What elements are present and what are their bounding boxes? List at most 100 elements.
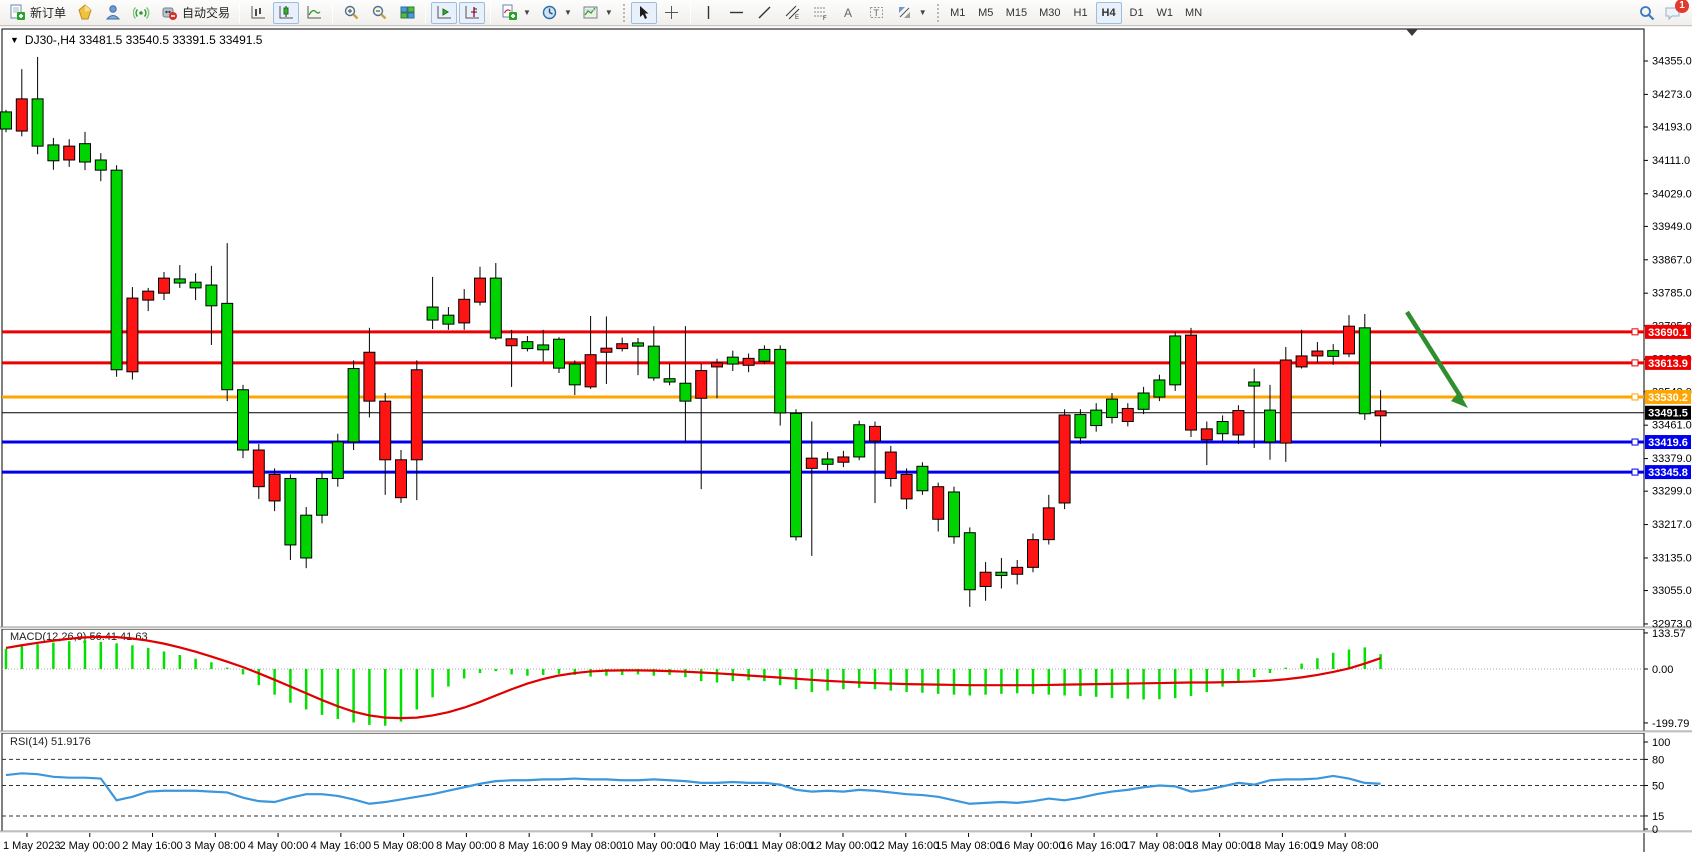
candle-body[interactable]: [696, 371, 707, 399]
candlestick-chart-button[interactable]: [273, 2, 299, 24]
candle-body[interactable]: [1122, 408, 1133, 421]
candle-body[interactable]: [727, 357, 738, 364]
zoom-in-button[interactable]: [338, 2, 364, 24]
new-order-button[interactable]: 新订单: [4, 2, 70, 24]
candle-body[interactable]: [1186, 335, 1197, 430]
search-icon[interactable]: [1638, 4, 1656, 22]
candle-body[interactable]: [317, 479, 328, 516]
trendline-button[interactable]: [752, 2, 778, 24]
toolbar-drag-handle[interactable]: [622, 3, 626, 23]
candle-body[interactable]: [332, 442, 343, 479]
candle-body[interactable]: [980, 572, 991, 586]
crosshair-button[interactable]: [659, 2, 685, 24]
toolbar-drag-handle[interactable]: [936, 3, 940, 23]
timeframe-button-m1[interactable]: M1: [945, 2, 971, 24]
auto-trading-button[interactable]: 自动交易: [156, 2, 234, 24]
candle-body[interactable]: [364, 352, 375, 401]
candle-body[interactable]: [95, 160, 106, 170]
horizontal-line-button[interactable]: [724, 2, 750, 24]
candle-body[interactable]: [1012, 567, 1023, 574]
candle-body[interactable]: [32, 99, 43, 146]
candle-body[interactable]: [16, 99, 27, 131]
candle-body[interactable]: [648, 346, 659, 378]
periods-button[interactable]: ▼: [537, 2, 576, 24]
candle-body[interactable]: [775, 349, 786, 413]
candle-body[interactable]: [1028, 540, 1039, 568]
timeframe-button-h4[interactable]: H4: [1096, 2, 1122, 24]
candle-body[interactable]: [459, 299, 470, 323]
candle-body[interactable]: [949, 492, 960, 537]
profile-button[interactable]: [100, 2, 126, 24]
candle-body[interactable]: [1091, 410, 1102, 425]
candle-body[interactable]: [569, 364, 580, 385]
candle-body[interactable]: [411, 370, 422, 460]
vertical-line-button[interactable]: [696, 2, 722, 24]
candle-body[interactable]: [475, 278, 486, 302]
candle-body[interactable]: [1, 112, 12, 129]
bar-chart-button[interactable]: [245, 2, 271, 24]
candle-body[interactable]: [1344, 326, 1355, 354]
text-label-button[interactable]: T: [864, 2, 890, 24]
candle-body[interactable]: [1328, 351, 1339, 357]
cursor-button[interactable]: [631, 2, 657, 24]
candle-body[interactable]: [1059, 415, 1070, 503]
candle-body[interactable]: [901, 474, 912, 498]
candle-body[interactable]: [759, 349, 770, 361]
candle-body[interactable]: [1312, 351, 1323, 356]
candle-body[interactable]: [1043, 508, 1054, 540]
candle-body[interactable]: [1296, 356, 1307, 367]
timeframe-button-m30[interactable]: M30: [1034, 2, 1065, 24]
candle-body[interactable]: [1280, 360, 1291, 443]
candle-body[interactable]: [870, 426, 881, 441]
candle-body[interactable]: [664, 379, 675, 382]
line-chart-button[interactable]: [301, 2, 327, 24]
shapes-button[interactable]: ▼: [892, 2, 931, 24]
candle-body[interactable]: [1107, 399, 1118, 417]
candle-body[interactable]: [490, 278, 501, 338]
candle-body[interactable]: [253, 450, 264, 487]
candle-body[interactable]: [601, 348, 612, 352]
candle-body[interactable]: [64, 146, 75, 160]
tile-windows-button[interactable]: [394, 2, 420, 24]
candle-body[interactable]: [964, 533, 975, 590]
hline-handle[interactable]: [1632, 439, 1638, 445]
candle-body[interactable]: [1359, 328, 1370, 414]
candle-body[interactable]: [396, 460, 407, 498]
candle-body[interactable]: [443, 315, 454, 324]
candle-body[interactable]: [1233, 411, 1244, 435]
channel-button[interactable]: E: [780, 2, 806, 24]
notification-badge[interactable]: 1: [1675, 0, 1689, 13]
candle-body[interactable]: [854, 425, 865, 457]
candle-body[interactable]: [111, 170, 122, 370]
candle-body[interactable]: [238, 390, 249, 450]
candle-body[interactable]: [1265, 410, 1276, 442]
indicators-button[interactable]: ▼: [496, 2, 535, 24]
candle-body[interactable]: [1170, 336, 1181, 385]
candle-body[interactable]: [712, 363, 723, 367]
candle-body[interactable]: [1249, 382, 1260, 386]
candle-body[interactable]: [1138, 393, 1149, 409]
candle-body[interactable]: [743, 358, 754, 365]
candle-body[interactable]: [174, 279, 185, 283]
text-button[interactable]: A: [836, 2, 862, 24]
candle-body[interactable]: [633, 343, 644, 346]
collapse-triangle-icon[interactable]: ▼: [10, 35, 19, 45]
timeframe-button-m15[interactable]: M15: [1001, 2, 1032, 24]
candle-body[interactable]: [554, 339, 565, 368]
timeframe-button-w1[interactable]: W1: [1152, 2, 1179, 24]
candle-body[interactable]: [917, 466, 928, 490]
candle-body[interactable]: [1154, 380, 1165, 397]
chart-window[interactable]: ▼ DJ30-,H4 33481.5 33540.5 33391.5 33491…: [0, 27, 1692, 859]
candle-body[interactable]: [1375, 411, 1386, 416]
candle-body[interactable]: [427, 307, 438, 320]
candle-body[interactable]: [159, 278, 170, 293]
candle-body[interactable]: [806, 458, 817, 468]
timeframe-button-mn[interactable]: MN: [1180, 2, 1207, 24]
timeframe-button-h1[interactable]: H1: [1068, 2, 1094, 24]
candle-body[interactable]: [791, 413, 802, 536]
candle-body[interactable]: [585, 355, 596, 387]
candle-body[interactable]: [269, 474, 280, 500]
candle-body[interactable]: [617, 344, 628, 349]
candle-body[interactable]: [885, 452, 896, 478]
candle-body[interactable]: [838, 457, 849, 462]
